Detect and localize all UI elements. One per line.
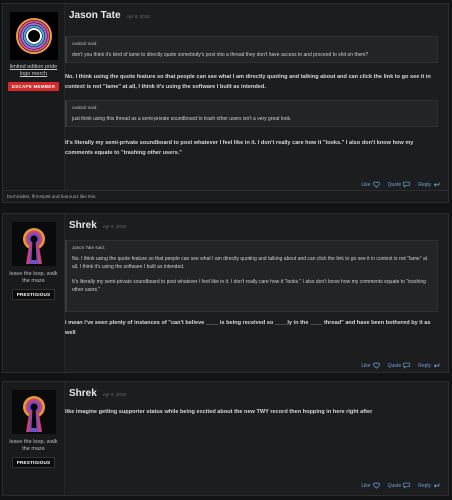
heart-icon [372, 181, 380, 188]
post-2: leave the loop, walk the maze PRESTIGIOU… [2, 213, 449, 373]
reply-button[interactable]: Reply [418, 181, 440, 188]
quote-button[interactable]: Quote [388, 362, 411, 369]
post-3: leave the loop, walk the maze PRESTIGIOU… [2, 381, 449, 496]
avatar-keyhole-icon[interactable] [11, 390, 56, 434]
reply-button[interactable]: Reply [418, 362, 440, 369]
reply-arrow-icon [433, 363, 440, 368]
quote-author[interactable]: caobcit said: [72, 105, 432, 110]
like-label: Like [361, 181, 371, 188]
post-actions: Like Quote Reply [361, 181, 440, 188]
post-actions: Like Quote Reply [361, 362, 440, 369]
reply-label: Reply [418, 181, 431, 188]
post-header: Shrek Apr 9, 2018 [69, 388, 126, 399]
reply-label: Reply [418, 482, 431, 489]
reply-arrow-icon [433, 483, 440, 488]
quote-author[interactable]: Jason Tate said: [72, 245, 432, 250]
reply-arrow-icon [433, 182, 440, 187]
post-date[interactable]: Apr 9, 2018 [103, 224, 126, 229]
post-header: Shrek Apr 9, 2018 [69, 220, 126, 231]
quote-button[interactable]: Quote [388, 181, 411, 188]
user-sidebar: leave the loop, walk the maze PRESTIGIOU… [3, 214, 65, 372]
speech-bubble-icon [403, 482, 410, 489]
post-header: Jason Tate Apr 9, 2018 [69, 10, 150, 21]
quote-text: don't you think it's kind of lame to dir… [72, 52, 369, 58]
like-button[interactable]: Like [361, 181, 380, 188]
quote-text: No. I think using the quote feature so t… [72, 256, 428, 270]
post-actions: Like Quote Reply [361, 482, 440, 489]
author-name[interactable]: Shrek [69, 220, 97, 231]
reply-text: like imagine getting supporter status wh… [65, 409, 373, 415]
likes-summary[interactable]: bschmid84, ffrmsty89 and fearous1 like t… [2, 191, 449, 203]
quote-block: Jason Tate said: No. I think using the q… [65, 240, 438, 312]
quote-text: It's literally my semi-private soundboar… [72, 279, 426, 293]
speech-bubble-icon [403, 362, 410, 369]
avatar-keyhole-icon[interactable] [11, 222, 56, 266]
quote-label: Quote [387, 482, 402, 489]
reply-text: i mean i've seen plenty of instances of … [65, 320, 431, 336]
post-content: Jason Tate Apr 9, 2018 caobcit said: don… [65, 4, 448, 190]
author-name[interactable]: Jason Tate [69, 10, 121, 21]
speech-bubble-icon [403, 181, 410, 188]
user-sidebar: leave the loop, walk the maze PRESTIGIOU… [3, 382, 65, 495]
member-badge: ESCAPE MEMBER [7, 82, 60, 91]
post-date[interactable]: Apr 9, 2018 [127, 14, 150, 19]
quote-author[interactable]: caobcit said: [72, 41, 432, 46]
quote-label: Quote [387, 181, 402, 188]
quote-label: Quote [387, 362, 402, 369]
post-content: Shrek Apr 9, 2018 Jason Tate said: No. I… [65, 214, 448, 372]
heart-icon [372, 362, 380, 369]
member-badge: PRESTIGIOUS [11, 457, 56, 468]
reply-label: Reply [418, 362, 431, 369]
like-label: Like [361, 482, 371, 489]
author-name[interactable]: Shrek [69, 388, 97, 399]
member-badge: PRESTIGIOUS [11, 289, 56, 300]
quote-button[interactable]: Quote [388, 482, 411, 489]
post-content: Shrek Apr 9, 2018 like imagine getting s… [65, 382, 448, 495]
like-label: Like [361, 362, 371, 369]
user-title: leave the loop, walk the maze [9, 439, 58, 452]
reply-text: No. I think using the quote feature so t… [65, 74, 431, 90]
user-title: leave the loop, walk the maze [9, 271, 58, 284]
avatar[interactable] [9, 12, 58, 60]
quote-text: just think using this thread as a semi-p… [72, 116, 292, 122]
heart-icon [372, 482, 380, 489]
avatar-rings-icon [11, 14, 56, 58]
reply-button[interactable]: Reply [418, 482, 440, 489]
user-title-link[interactable]: limited edition pride logo merch [6, 64, 62, 78]
like-button[interactable]: Like [361, 362, 380, 369]
reply-text: It's literally my semi-private soundboar… [65, 140, 414, 156]
user-sidebar: limited edition pride logo merch ESCAPE … [3, 4, 65, 190]
post-date[interactable]: Apr 9, 2018 [103, 392, 126, 397]
like-button[interactable]: Like [361, 482, 380, 489]
quote-block: caobcit said: just think using this thre… [65, 100, 438, 127]
quote-block: caobcit said: don't you think it's kind … [65, 36, 438, 63]
post-1: limited edition pride logo merch ESCAPE … [2, 3, 449, 191]
